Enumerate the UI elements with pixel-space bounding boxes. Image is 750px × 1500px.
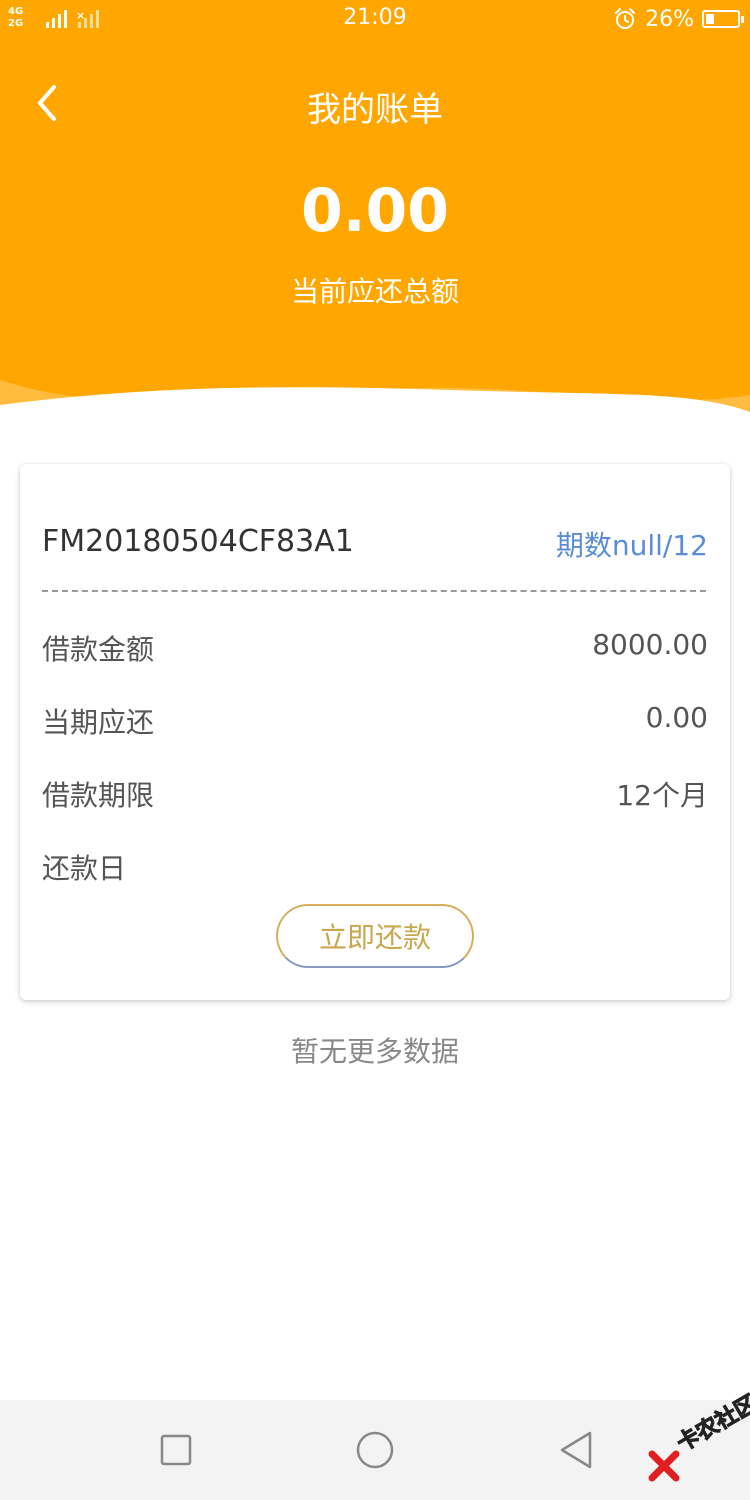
back-icon — [560, 1431, 592, 1469]
current-due-label: 当期应还 — [42, 706, 155, 739]
total-amount: 0.00 — [300, 176, 450, 246]
total-amount-label: 当前应还总额 — [290, 275, 459, 308]
page-title: 我的账单 — [307, 90, 443, 130]
watermark-logo: 卡农社区 — [646, 1391, 750, 1492]
home-button[interactable] — [355, 1430, 395, 1470]
watermark-text: 卡农社区 — [673, 1391, 750, 1458]
loan-amount-label: 借款金额 — [42, 633, 155, 666]
no-more-data-text: 暂无更多数据 — [290, 1035, 459, 1068]
wave-decoration — [0, 380, 750, 420]
watermark-x-icon — [648, 1450, 680, 1482]
battery-percent: 26% — [645, 6, 694, 32]
system-nav-bar — [0, 1400, 750, 1500]
recent-apps-button[interactable] — [156, 1430, 196, 1470]
period-count: 期数null/12 — [555, 529, 708, 562]
status-bar: 4G 2G × 21:09 26% — [0, 0, 750, 40]
loan-term-label: 借款期限 — [42, 779, 155, 812]
repay-now-button[interactable]: 立即还款 — [276, 904, 474, 968]
loan-term-value: 12个月 — [616, 779, 708, 812]
alarm-clock-icon — [615, 8, 636, 29]
system-back-button[interactable] — [556, 1430, 596, 1470]
dashed-divider — [42, 590, 706, 592]
repayment-day-label: 还款日 — [42, 852, 127, 885]
bill-card: FM20180504CF83A1 期数null/12 借款金额 8000.00 … — [20, 464, 730, 1000]
current-due-value: 0.00 — [645, 701, 708, 734]
loan-id: FM20180504CF83A1 — [42, 524, 354, 559]
battery-icon — [702, 10, 744, 28]
battery-level — [706, 14, 714, 24]
loan-amount-value: 8000.00 — [592, 628, 708, 661]
recent-apps-icon — [160, 1434, 192, 1466]
home-icon — [356, 1431, 394, 1469]
